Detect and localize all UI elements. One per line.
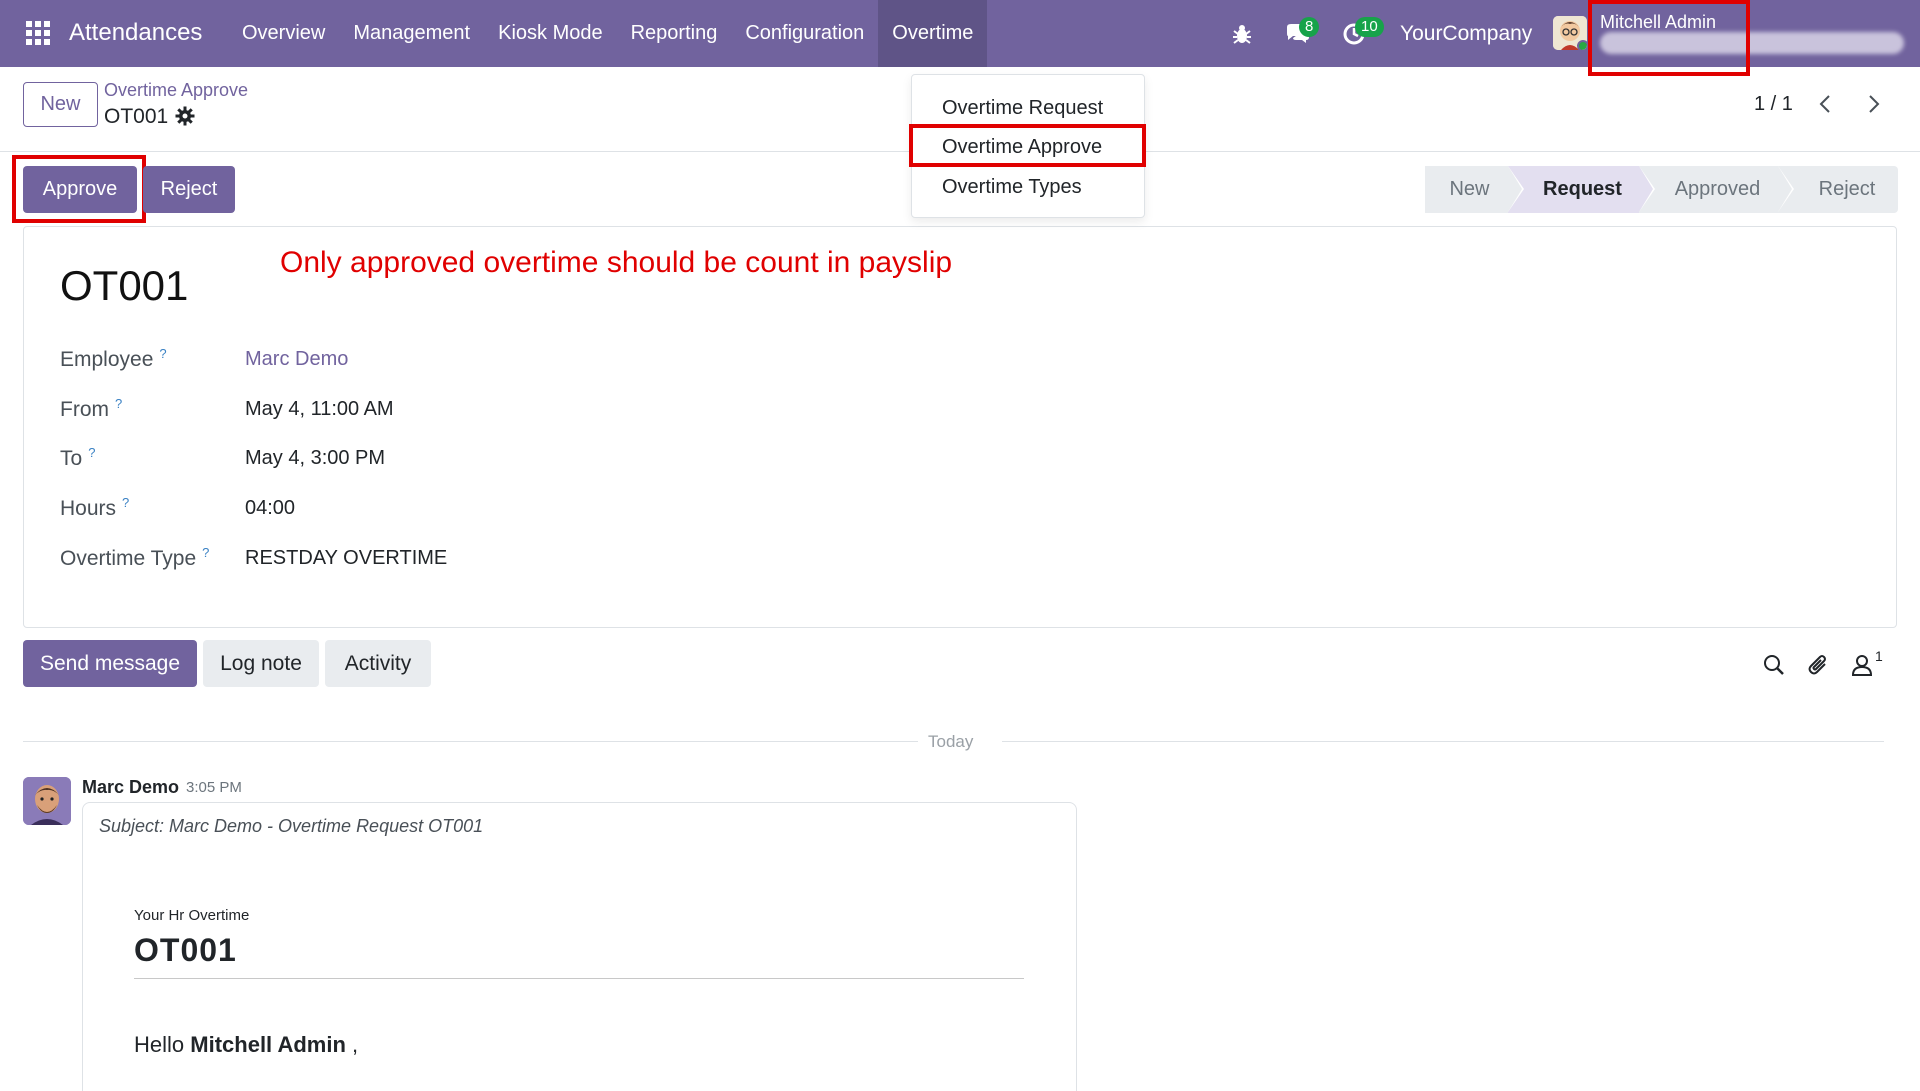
systray: 8 10 — [1225, 0, 1393, 67]
date-separator-line-left — [23, 741, 918, 742]
pager-previous-icon[interactable] — [1815, 92, 1837, 116]
help-tooltip-icon[interactable]: ? — [88, 445, 95, 460]
user-name[interactable]: Mitchell Admin — [1600, 12, 1716, 33]
messages-icon[interactable]: 8 — [1281, 16, 1320, 51]
followers-count: 1 — [1875, 648, 1883, 664]
message-author-avatar[interactable] — [23, 777, 71, 825]
menu-item-overtime-types[interactable]: Overtime Types — [942, 176, 1082, 199]
menu-configuration[interactable]: Configuration — [731, 0, 878, 67]
top-navbar: Attendances Overview Management Kiosk Mo… — [0, 0, 1920, 67]
app-brand[interactable]: Attendances — [69, 19, 202, 47]
help-tooltip-icon[interactable]: ? — [159, 346, 166, 361]
activities-badge: 10 — [1355, 16, 1384, 37]
user-database-blurred — [1600, 32, 1904, 54]
breadcrumb-record-name: OT001 — [104, 105, 169, 128]
company-switcher[interactable]: YourCompany — [1400, 22, 1532, 46]
approve-button[interactable]: Approve — [23, 166, 137, 213]
pager-next-icon[interactable] — [1862, 92, 1884, 116]
message-timestamp: 3:05 PM — [186, 779, 242, 796]
field-from-value: May 4, 11:00 AM — [245, 398, 394, 420]
help-tooltip-icon[interactable]: ? — [202, 545, 209, 560]
date-separator-label: Today — [928, 732, 974, 751]
menu-kiosk-mode[interactable]: Kiosk Mode — [484, 0, 617, 67]
field-hours-value: 04:00 — [245, 497, 296, 519]
stage-request-label: Request — [1543, 178, 1622, 200]
menu-overtime[interactable]: Overtime — [878, 0, 988, 67]
stage-reject[interactable]: Reject — [1778, 166, 1898, 213]
send-message-button[interactable]: Send message — [23, 640, 197, 687]
mail-heading-small: Your Hr Overtime — [134, 907, 250, 924]
menu-item-overtime-request[interactable]: Overtime Request — [942, 97, 1103, 120]
user-avatar[interactable] — [1553, 16, 1587, 50]
message-subject: Subject: Marc Demo - Overtime Request OT… — [99, 816, 484, 836]
app-grid-icon[interactable] — [26, 21, 50, 45]
search-icon[interactable] — [1761, 652, 1787, 678]
debug-bug-icon[interactable] — [1225, 17, 1259, 51]
field-label-to: To? — [60, 445, 96, 470]
activity-button[interactable]: Activity — [325, 640, 431, 687]
breadcrumb-overtime-approve[interactable]: Overtime Approve — [104, 80, 248, 101]
online-status-icon — [1577, 40, 1587, 50]
red-annotation-text: Only approved overtime should be count i… — [280, 246, 953, 279]
field-label-overtime-type: Overtime Type? — [60, 545, 210, 570]
help-tooltip-icon[interactable]: ? — [115, 396, 122, 411]
field-overtime-type-value: RESTDAY OVERTIME — [245, 547, 448, 569]
stage-new-label: New — [1449, 178, 1490, 200]
attachment-paperclip-icon[interactable] — [1806, 652, 1832, 678]
menu-reporting[interactable]: Reporting — [617, 0, 732, 67]
pager-value[interactable]: 1 / 1 — [1754, 93, 1793, 116]
stage-new[interactable]: New — [1425, 166, 1524, 213]
field-employee-value[interactable]: Marc Demo — [245, 348, 348, 371]
message-author-name[interactable]: Marc Demo — [82, 777, 179, 798]
mail-greeting: Hello Mitchell Admin , — [134, 1032, 359, 1057]
log-note-button[interactable]: Log note — [203, 640, 319, 687]
main-menu: Overview Management Kiosk Mode Reporting… — [228, 0, 988, 67]
record-title: OT001 — [60, 262, 189, 309]
mail-divider — [134, 978, 1024, 979]
stage-reject-label: Reject — [1818, 178, 1876, 200]
date-separator-line-right — [1002, 741, 1884, 742]
activity-clock-icon[interactable]: 10 — [1337, 16, 1384, 51]
field-label-hours: Hours? — [60, 495, 130, 520]
mail-title: OT001 — [134, 932, 237, 968]
mail-greeting-name: Mitchell Admin — [190, 1032, 346, 1057]
field-label-from: From? — [60, 396, 123, 421]
overtime-dropdown-menu: Overtime Request Overtime Approve Overti… — [911, 74, 1145, 218]
menu-item-overtime-approve[interactable]: Overtime Approve — [942, 136, 1102, 159]
field-label-employee: Employee? — [60, 346, 167, 371]
stage-approved[interactable]: Approved — [1639, 166, 1794, 213]
new-button[interactable]: New — [23, 82, 98, 127]
menu-management[interactable]: Management — [339, 0, 484, 67]
messages-badge: 8 — [1299, 16, 1320, 37]
field-to-value: May 4, 3:00 PM — [245, 447, 386, 469]
followers-user-icon[interactable] — [1850, 652, 1876, 678]
stage-approved-label: Approved — [1674, 178, 1761, 200]
status-bar: New Request Approved Reject — [1425, 166, 1898, 213]
stage-request[interactable]: Request — [1508, 166, 1655, 213]
menu-overview[interactable]: Overview — [228, 0, 339, 67]
reject-button[interactable]: Reject — [143, 166, 235, 213]
gear-icon[interactable] — [175, 106, 197, 128]
help-tooltip-icon[interactable]: ? — [122, 495, 129, 510]
